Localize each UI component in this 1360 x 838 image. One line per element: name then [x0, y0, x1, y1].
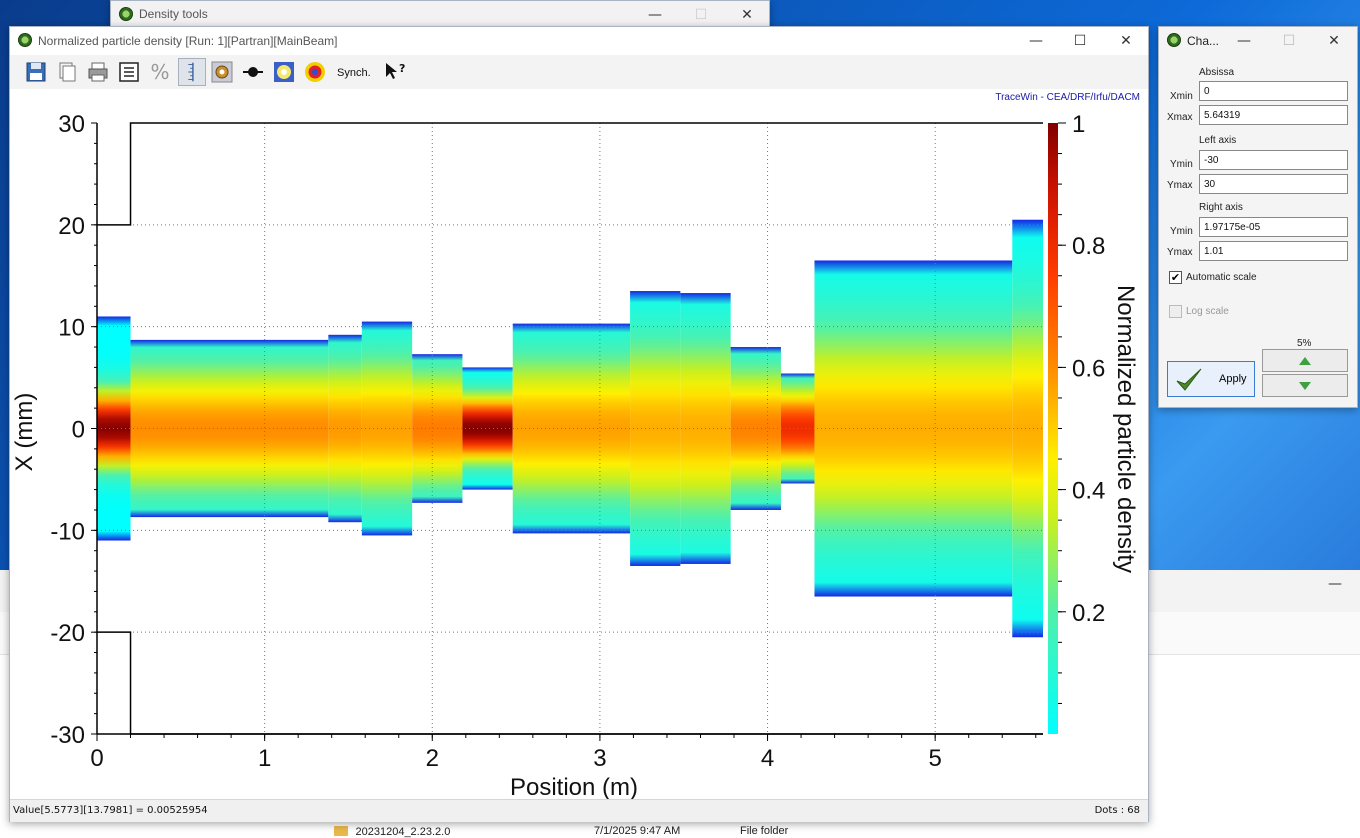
- density-segment: [512, 323, 631, 534]
- checkmark-icon: [1176, 368, 1202, 391]
- density-plot-window: Normalized particle density [Run: 1][Par…: [9, 26, 1149, 822]
- ymin-left-label: Ymin: [1170, 159, 1193, 170]
- x-tick-label: 1: [258, 745, 271, 772]
- aperture-lower: [97, 631, 1043, 735]
- triangle-up-icon: [1299, 357, 1311, 365]
- status-value: Value[5.5773][13.7981] = 0.00525954: [13, 805, 208, 816]
- x-tick-label: 2: [426, 745, 439, 772]
- density-heatmap-chart: 3020100-10-20-300 1 2 3 4 5 10.80.60.40.2 Pos…: [11, 111, 1139, 799]
- ymax-left-label: Ymax: [1167, 180, 1193, 191]
- ymin-right-input[interactable]: [1199, 217, 1348, 237]
- save-icon[interactable]: [24, 60, 48, 84]
- density-segment: [1012, 219, 1043, 638]
- colorbar-label: Normalized particle density: [1112, 285, 1139, 573]
- apply-button[interactable]: Apply: [1167, 361, 1255, 397]
- x-axis-label: Position (m): [510, 774, 638, 799]
- minimize-icon[interactable]: —: [645, 5, 665, 25]
- y-tick-label: -20: [50, 620, 85, 647]
- svg-text:%: %: [150, 60, 169, 84]
- plot-toolbar: % Synch. ?: [10, 55, 1148, 90]
- window-title: Normalized particle density [Run: 1][Par…: [38, 34, 338, 48]
- chart-options-window: Cha... — ☐ ✕ Absissa Xmin Xmax Left axis…: [1158, 26, 1358, 408]
- status-bar: Value[5.5773][13.7981] = 0.00525954 Dots…: [10, 799, 1148, 822]
- folder-type: File folder: [740, 825, 789, 837]
- colorbar-tick-label: 1: [1072, 111, 1085, 138]
- ruler-icon[interactable]: [178, 58, 206, 86]
- log-scale-checkbox[interactable]: [1169, 305, 1182, 318]
- status-dots: Dots : 68: [1094, 805, 1140, 816]
- y-tick-label: 0: [72, 417, 85, 444]
- automatic-scale-checkbox[interactable]: ✔: [1169, 271, 1182, 284]
- xmax-label: Xmax: [1167, 112, 1193, 123]
- app-icon: [119, 7, 133, 21]
- x-tick-label: 3: [593, 745, 606, 772]
- y-tick-label: 30: [58, 111, 85, 138]
- triangle-down-icon: [1299, 382, 1311, 390]
- percent-icon[interactable]: %: [148, 60, 172, 84]
- chart-options-title: Cha...: [1187, 34, 1220, 48]
- y-tick-label: 20: [58, 213, 85, 240]
- folder-date: 7/1/2025 9:47 AM: [594, 825, 681, 837]
- density-view-icon[interactable]: [272, 60, 296, 84]
- help-pointer-icon[interactable]: ?: [382, 60, 406, 84]
- close-icon[interactable]: ✕: [1324, 31, 1344, 51]
- minimize-icon[interactable]: —: [1234, 31, 1254, 51]
- colorbar-tick-label: 0.8: [1072, 233, 1105, 260]
- x-tick-label: 5: [928, 745, 941, 772]
- svg-text:?: ?: [399, 62, 405, 75]
- colorbar-tick-label: 0.6: [1072, 355, 1105, 382]
- y-tick-label: -10: [50, 518, 85, 545]
- log-scale-label: Log scale: [1186, 306, 1229, 317]
- minimize-icon[interactable]: —: [1328, 576, 1342, 592]
- left-axis-group-label: Left axis: [1199, 135, 1237, 146]
- aperture-upper: [97, 122, 1043, 226]
- print-icon[interactable]: [86, 60, 110, 84]
- abscissa-group-label: Absissa: [1199, 67, 1235, 78]
- target-icon[interactable]: [303, 60, 327, 84]
- folder-icon: [334, 826, 348, 836]
- y-tick-label: -30: [50, 722, 85, 749]
- maximize-icon[interactable]: ☐: [1279, 31, 1299, 51]
- y-tick-label: 10: [58, 315, 85, 342]
- xmin-input[interactable]: [1199, 81, 1348, 101]
- colorbar-tick-label: 0.4: [1072, 478, 1105, 505]
- close-icon[interactable]: ✕: [1116, 31, 1136, 51]
- step-down-button[interactable]: [1262, 374, 1348, 397]
- app-icon: [18, 33, 32, 47]
- ymax-right-label: Ymax: [1167, 247, 1193, 258]
- automatic-scale-label: Automatic scale: [1186, 272, 1257, 283]
- app-icon: [1167, 33, 1181, 47]
- ymax-right-input[interactable]: [1199, 241, 1348, 261]
- ymin-right-label: Ymin: [1170, 226, 1193, 237]
- colorbar: [1048, 123, 1058, 734]
- y-axis-label: X (mm): [11, 393, 38, 472]
- explorer-file-row[interactable]: 20231204_2.23.2.0 7/1/2025 9:47 AM File …: [334, 825, 788, 838]
- marker-line-icon[interactable]: [241, 60, 265, 84]
- maximize-icon[interactable]: ☐: [1070, 31, 1090, 51]
- density-tools-title: Density tools: [139, 7, 208, 21]
- settings-gear-icon[interactable]: [210, 60, 234, 84]
- close-icon[interactable]: ✕: [737, 5, 757, 25]
- step-up-button[interactable]: [1262, 349, 1348, 372]
- synch-button[interactable]: Synch.: [337, 67, 371, 79]
- copy-icon[interactable]: [55, 60, 79, 84]
- ymax-left-input[interactable]: [1199, 174, 1348, 194]
- x-tick-label: 0: [90, 745, 103, 772]
- plot-area: TraceWin - CEA/DRF/Irfu/DACM 30 20 10 0 -10-…: [10, 89, 1148, 799]
- x-tick-label: 4: [761, 745, 774, 772]
- folder-name: 20231204_2.23.2.0: [355, 826, 451, 838]
- xmin-label: Xmin: [1170, 91, 1193, 102]
- ymin-left-input[interactable]: [1199, 150, 1348, 170]
- minimize-icon[interactable]: —: [1026, 31, 1046, 51]
- right-axis-group-label: Right axis: [1199, 202, 1243, 213]
- list-icon[interactable]: [117, 60, 141, 84]
- maximize-icon[interactable]: ☐: [691, 5, 711, 25]
- colorbar-tick-label: 0.2: [1072, 600, 1105, 627]
- step-percent-label: 5%: [1297, 338, 1312, 349]
- xmax-input[interactable]: [1199, 105, 1348, 125]
- apply-button-label: Apply: [1219, 373, 1247, 385]
